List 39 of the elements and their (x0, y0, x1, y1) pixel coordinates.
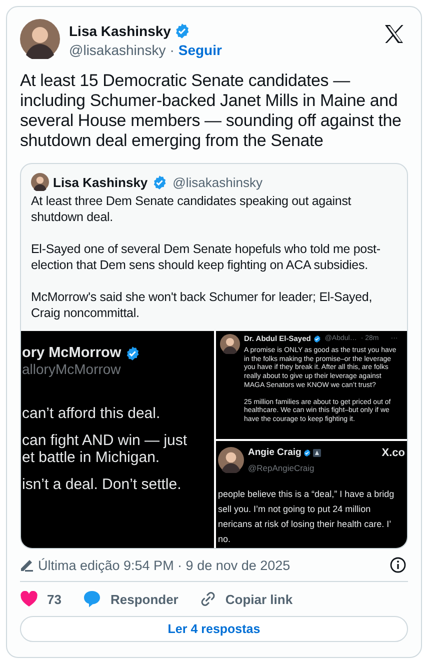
quoted-tweet[interactable] (20, 163, 408, 549)
info-icon (390, 557, 406, 573)
author-name: Angie Craig (248, 447, 302, 458)
post-text-line: no. (218, 533, 232, 546)
post-text-line: nericans at risk of losing their health care. I’ (218, 518, 392, 531)
avatar (20, 19, 60, 59)
separator-dot: · (170, 42, 174, 58)
author-name: ory McMorrow (22, 345, 122, 361)
author-handle: @lisakashinsky (172, 174, 262, 190)
site-label: X.co (382, 447, 405, 459)
read-replies-button[interactable]: Ler 4 respostas (20, 616, 408, 642)
post-text-line: sell you. I’m not going to put 24 million (218, 503, 372, 516)
pencil-icon (20, 558, 34, 572)
post-text-line: can’t afford this deal. (22, 405, 162, 422)
author-handle: @lisakashinsky (69, 42, 166, 58)
x-logo-icon (384, 25, 404, 43)
author-handle: @RepAngieCraig (248, 463, 314, 473)
author-handle: alloryMcMorrow (22, 361, 121, 377)
quote-text: At least three Dem Senate candidates speaking out against shutdown deal. (31, 193, 352, 225)
post-text-line: can fight AND win — just (22, 432, 188, 449)
copy-link-button[interactable]: Copiar link (200, 590, 293, 608)
quote-text: McMorrow's said she won't back Schumer for leader; El-Sayed, Craig noncommittal. (31, 289, 374, 321)
avatar (218, 447, 244, 473)
edited-timestamp: Última edição 9:54 PM · 9 de nov de 2025 (38, 558, 292, 572)
tweet-text: At least 15 Democratic Senate candidates — including Schumer-backed Janet Mills in Maine and several House members — sounding off against the shutdown deal emerging from the Senate (20, 71, 402, 151)
speech-bubble-icon (83, 590, 102, 608)
follow-link[interactable]: Seguir (178, 42, 222, 58)
avatar (220, 334, 240, 354)
quote-text: El-Sayed one of several Dem Senate hopefuls who told me post-election that Dem sens should keep fighting on ACA subsidies. (31, 241, 382, 273)
author-name: Lisa Kashinsky (53, 174, 148, 190)
author-name: Lisa Kashinsky (69, 23, 171, 39)
like-button[interactable]: 73 (20, 590, 62, 608)
heart-icon (20, 591, 38, 607)
post-text-line: people believe this is a “deal,” I have a bridg (218, 488, 396, 501)
reply-button[interactable]: Responder (83, 590, 178, 608)
link-icon (200, 591, 216, 607)
post-text-line: isn’t a deal. Don’t settle. (22, 476, 182, 493)
post-text-line: et battle in Michigan. (22, 449, 161, 466)
avatar (31, 173, 49, 191)
